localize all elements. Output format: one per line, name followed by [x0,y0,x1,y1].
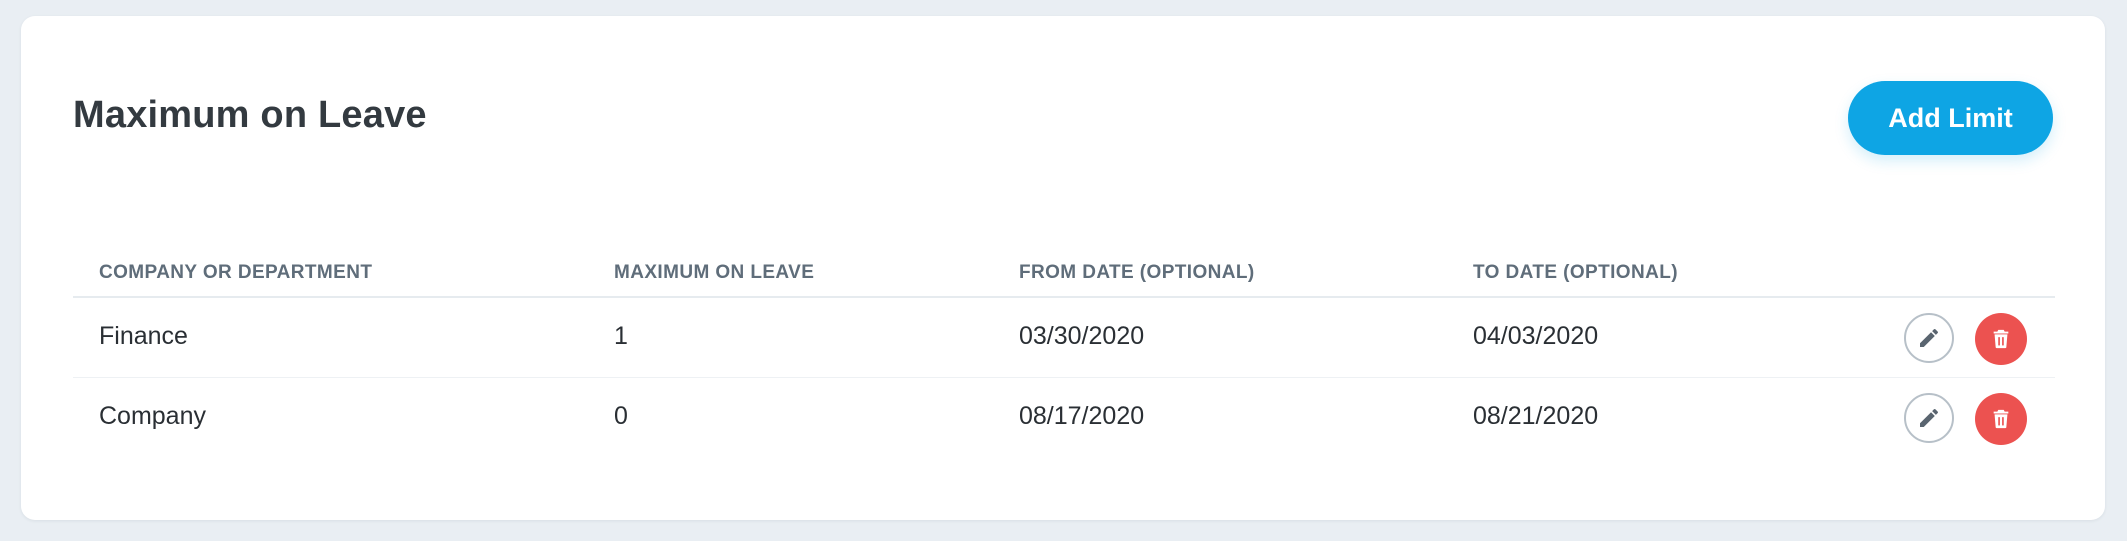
trash-icon [1990,408,2012,430]
cell-company-or-department: Company [99,402,206,430]
cell-maximum-on-leave: 1 [614,322,628,350]
column-header-from-date: FROM DATE (OPTIONAL) [1019,262,1255,283]
column-header-maximum-on-leave: MAXIMUM ON LEAVE [614,262,815,283]
add-limit-button[interactable]: Add Limit [1848,81,2053,155]
table-row: Finance 1 03/30/2020 04/03/2020 [73,298,2055,378]
card-title: Maximum on Leave [73,94,427,136]
table-header: COMPANY OR DEPARTMENT MAXIMUM ON LEAVE F… [73,236,2055,298]
edit-button[interactable] [1904,393,1954,443]
maximum-on-leave-card: Maximum on Leave Add Limit COMPANY OR DE… [21,16,2105,520]
column-header-company-or-department: COMPANY OR DEPARTMENT [99,262,373,283]
delete-button[interactable] [1975,393,2027,445]
cell-company-or-department: Finance [99,322,188,350]
cell-maximum-on-leave: 0 [614,402,628,430]
cell-to-date: 08/21/2020 [1473,402,1599,430]
pencil-icon [1917,326,1941,350]
cell-from-date: 08/17/2020 [1019,402,1145,430]
edit-button[interactable] [1904,313,1954,363]
cell-from-date: 03/30/2020 [1019,322,1145,350]
trash-icon [1990,328,2012,350]
table-row: Company 0 08/17/2020 08/21/2020 [73,378,2055,457]
cell-to-date: 04/03/2020 [1473,322,1599,350]
column-header-to-date: TO DATE (OPTIONAL) [1473,262,1678,283]
delete-button[interactable] [1975,313,2027,365]
limits-table: COMPANY OR DEPARTMENT MAXIMUM ON LEAVE F… [73,236,2055,457]
pencil-icon [1917,406,1941,430]
